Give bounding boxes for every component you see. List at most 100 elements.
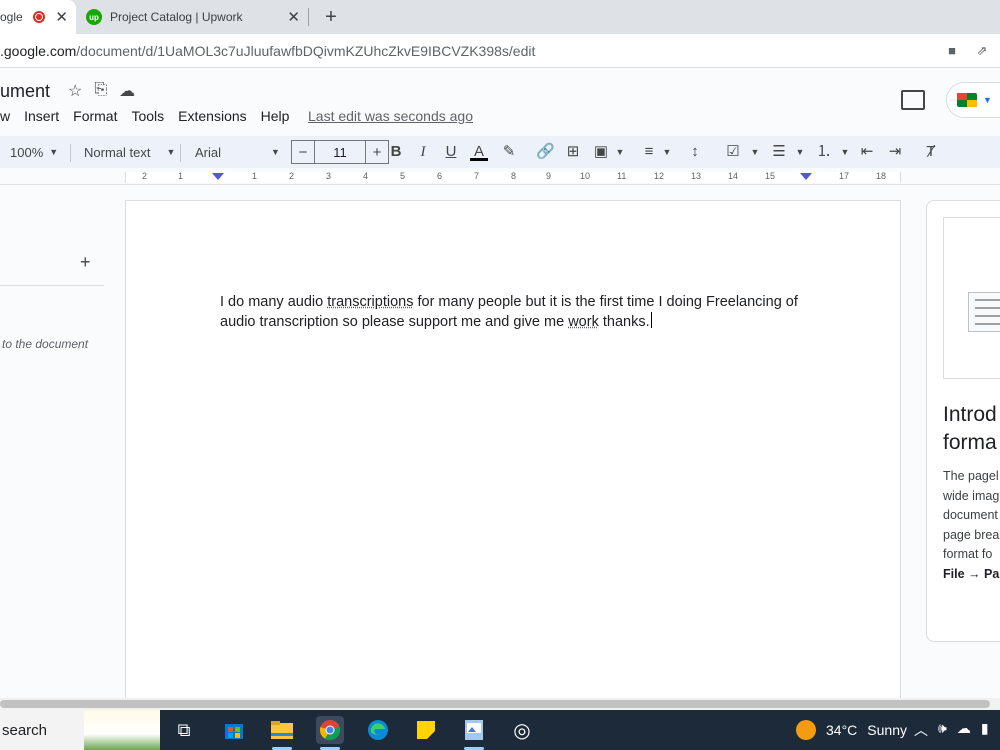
temperature: 34°C — [826, 722, 858, 738]
clear-formatting-icon[interactable]: Ⱦ — [922, 143, 940, 161]
left-indent-marker[interactable] — [212, 173, 224, 180]
outline-hint: to the document — [2, 337, 89, 351]
menu-insert[interactable]: Insert — [24, 108, 59, 124]
panel-body-line: wide imag — [943, 488, 1000, 503]
italic-icon[interactable]: I — [414, 143, 432, 161]
insert-link-icon[interactable]: 🔗 — [536, 143, 555, 161]
onedrive-icon[interactable]: ☁ — [957, 720, 971, 740]
task-view-icon[interactable]: ⧉ — [170, 716, 198, 744]
weather-widget[interactable]: 34°C Sunny — [796, 720, 907, 740]
chrome-icon[interactable] — [316, 716, 344, 750]
close-tab-icon[interactable]: ✕ — [55, 8, 68, 26]
document-title[interactable]: ument — [0, 81, 50, 102]
tab-google-docs[interactable]: ogle ✕ — [0, 0, 76, 34]
font-value: Arial — [195, 144, 222, 160]
toolbar-divider — [70, 144, 71, 162]
zoom-select[interactable]: 100% ▼ — [10, 136, 58, 168]
camera-icon[interactable]: ■ — [944, 43, 960, 59]
font-select[interactable]: Arial ▼ — [195, 136, 280, 168]
text-color-icon[interactable]: A — [470, 143, 488, 161]
microsoft-store-icon[interactable] — [220, 716, 248, 744]
ruler: 2 1 1 2 3 4 5 6 7 8 9 10 11 12 13 14 15 … — [0, 170, 1000, 185]
ruler-number: 5 — [400, 171, 406, 181]
chevron-down-icon[interactable]: ▼ — [746, 143, 764, 161]
address-bar: .google.com/document/d/1UaMOL3c7uJluufaw… — [0, 34, 1000, 68]
spellcheck-word[interactable]: work — [568, 314, 599, 330]
spellcheck-word[interactable]: transcriptions — [327, 294, 413, 310]
insert-image-icon[interactable]: ▣ — [592, 143, 610, 161]
menu-help[interactable]: Help — [261, 108, 290, 124]
microphone-icon[interactable]: ▮ — [981, 720, 989, 740]
increase-font-size-button[interactable]: + — [365, 140, 389, 164]
ruler-number: 9 — [546, 171, 552, 181]
document-body[interactable]: I do many audio transcriptions for many … — [220, 293, 810, 332]
chevron-up-icon[interactable]: ︿ — [914, 720, 928, 740]
decrease-indent-icon[interactable]: ⇤ — [858, 143, 876, 161]
panel-body-line: The pagel — [943, 469, 999, 483]
menu-extensions[interactable]: Extensions — [178, 108, 246, 124]
chevron-down-icon[interactable]: ▼ — [658, 143, 676, 161]
upwork-logo-icon: up — [86, 9, 102, 25]
font-size-input[interactable]: 11 — [315, 140, 365, 164]
align-icon[interactable]: ≡ — [640, 143, 658, 161]
search-highlight-illustration — [84, 710, 160, 750]
cortana-icon[interactable]: ◎ — [508, 716, 536, 744]
ruler-number: 13 — [691, 171, 702, 181]
close-tab-icon[interactable]: ✕ — [287, 8, 300, 26]
add-heading-button[interactable]: + — [80, 252, 91, 273]
increase-indent-icon[interactable]: ⇥ — [886, 143, 904, 161]
underline-icon[interactable]: U — [442, 143, 460, 161]
new-tab-button[interactable]: + — [318, 4, 344, 30]
paragraph-style-select[interactable]: Normal text ▼ — [84, 136, 175, 168]
panel-menu-path: File → Pa — [943, 566, 1000, 581]
numbered-list-icon[interactable]: ⒈ — [815, 143, 833, 161]
tab-title: ogle — [0, 10, 23, 24]
line-spacing-icon[interactable]: ↕ — [686, 143, 704, 161]
speaker-icon[interactable]: 🕪 — [938, 720, 947, 740]
last-edit-link[interactable]: Last edit was seconds ago — [308, 108, 473, 124]
search-label: search — [2, 721, 48, 739]
menu-view[interactable]: w — [0, 108, 10, 124]
meet-button[interactable]: ▼ — [946, 82, 1000, 118]
tab-upwork[interactable]: up Project Catalog | Upwork ✕ — [80, 0, 308, 34]
edge-icon[interactable] — [364, 716, 392, 744]
chevron-down-icon: ▼ — [49, 147, 59, 157]
ruler-number: 11 — [617, 171, 627, 181]
url-field[interactable]: .google.com/document/d/1UaMOL3c7uJluufaw… — [0, 43, 535, 59]
recording-icon — [32, 11, 45, 23]
bold-icon[interactable]: B — [387, 143, 405, 161]
ruler-number: 6 — [437, 171, 443, 181]
chevron-down-icon[interactable]: ▼ — [836, 143, 854, 161]
panel-body-line: document — [943, 508, 998, 522]
url-path: /document/d/1UaMOL3c7uJluufawfbDQivmKZUh… — [76, 43, 536, 59]
horizontal-scrollbar[interactable] — [0, 698, 1000, 710]
highlight-icon[interactable]: ✎ — [500, 143, 518, 161]
ruler-number: 14 — [728, 171, 739, 181]
photos-app-icon[interactable] — [460, 716, 488, 750]
decrease-font-size-button[interactable]: − — [291, 140, 315, 164]
chevron-down-icon[interactable]: ▼ — [611, 143, 629, 161]
browser-tab-strip: ogle ✕ up Project Catalog | Upwork ✕ + — [0, 0, 1000, 34]
scrollbar-thumb[interactable] — [0, 700, 990, 708]
menu-format[interactable]: Format — [73, 108, 117, 124]
tab-title: Project Catalog | Upwork — [110, 10, 243, 24]
ruler-number: 2 — [289, 171, 295, 181]
star-icon[interactable]: ☆ — [68, 81, 82, 101]
body-text: I do many audio — [220, 294, 328, 310]
document-page[interactable]: I do many audio transcriptions for many … — [125, 200, 901, 700]
checklist-icon[interactable]: ☑ — [724, 143, 742, 161]
ruler-number: 15 — [765, 171, 776, 181]
chevron-down-icon[interactable]: ▼ — [791, 143, 809, 161]
cloud-saved-icon[interactable]: ☁ — [119, 81, 135, 101]
sticky-notes-icon[interactable] — [412, 716, 440, 744]
bulleted-list-icon[interactable]: ☰ — [770, 143, 788, 161]
menu-tools[interactable]: Tools — [131, 108, 164, 124]
taskbar-search-box[interactable]: search — [0, 710, 160, 750]
comment-history-icon[interactable] — [901, 90, 925, 110]
ruler-number: 1 — [252, 171, 258, 181]
add-comment-icon[interactable]: ⊞ — [564, 143, 582, 161]
file-explorer-icon[interactable] — [268, 716, 296, 750]
right-indent-marker[interactable] — [800, 173, 812, 180]
move-folder-icon[interactable]: ⎘ — [94, 81, 107, 101]
share-icon[interactable]: ⇗ — [974, 43, 990, 59]
